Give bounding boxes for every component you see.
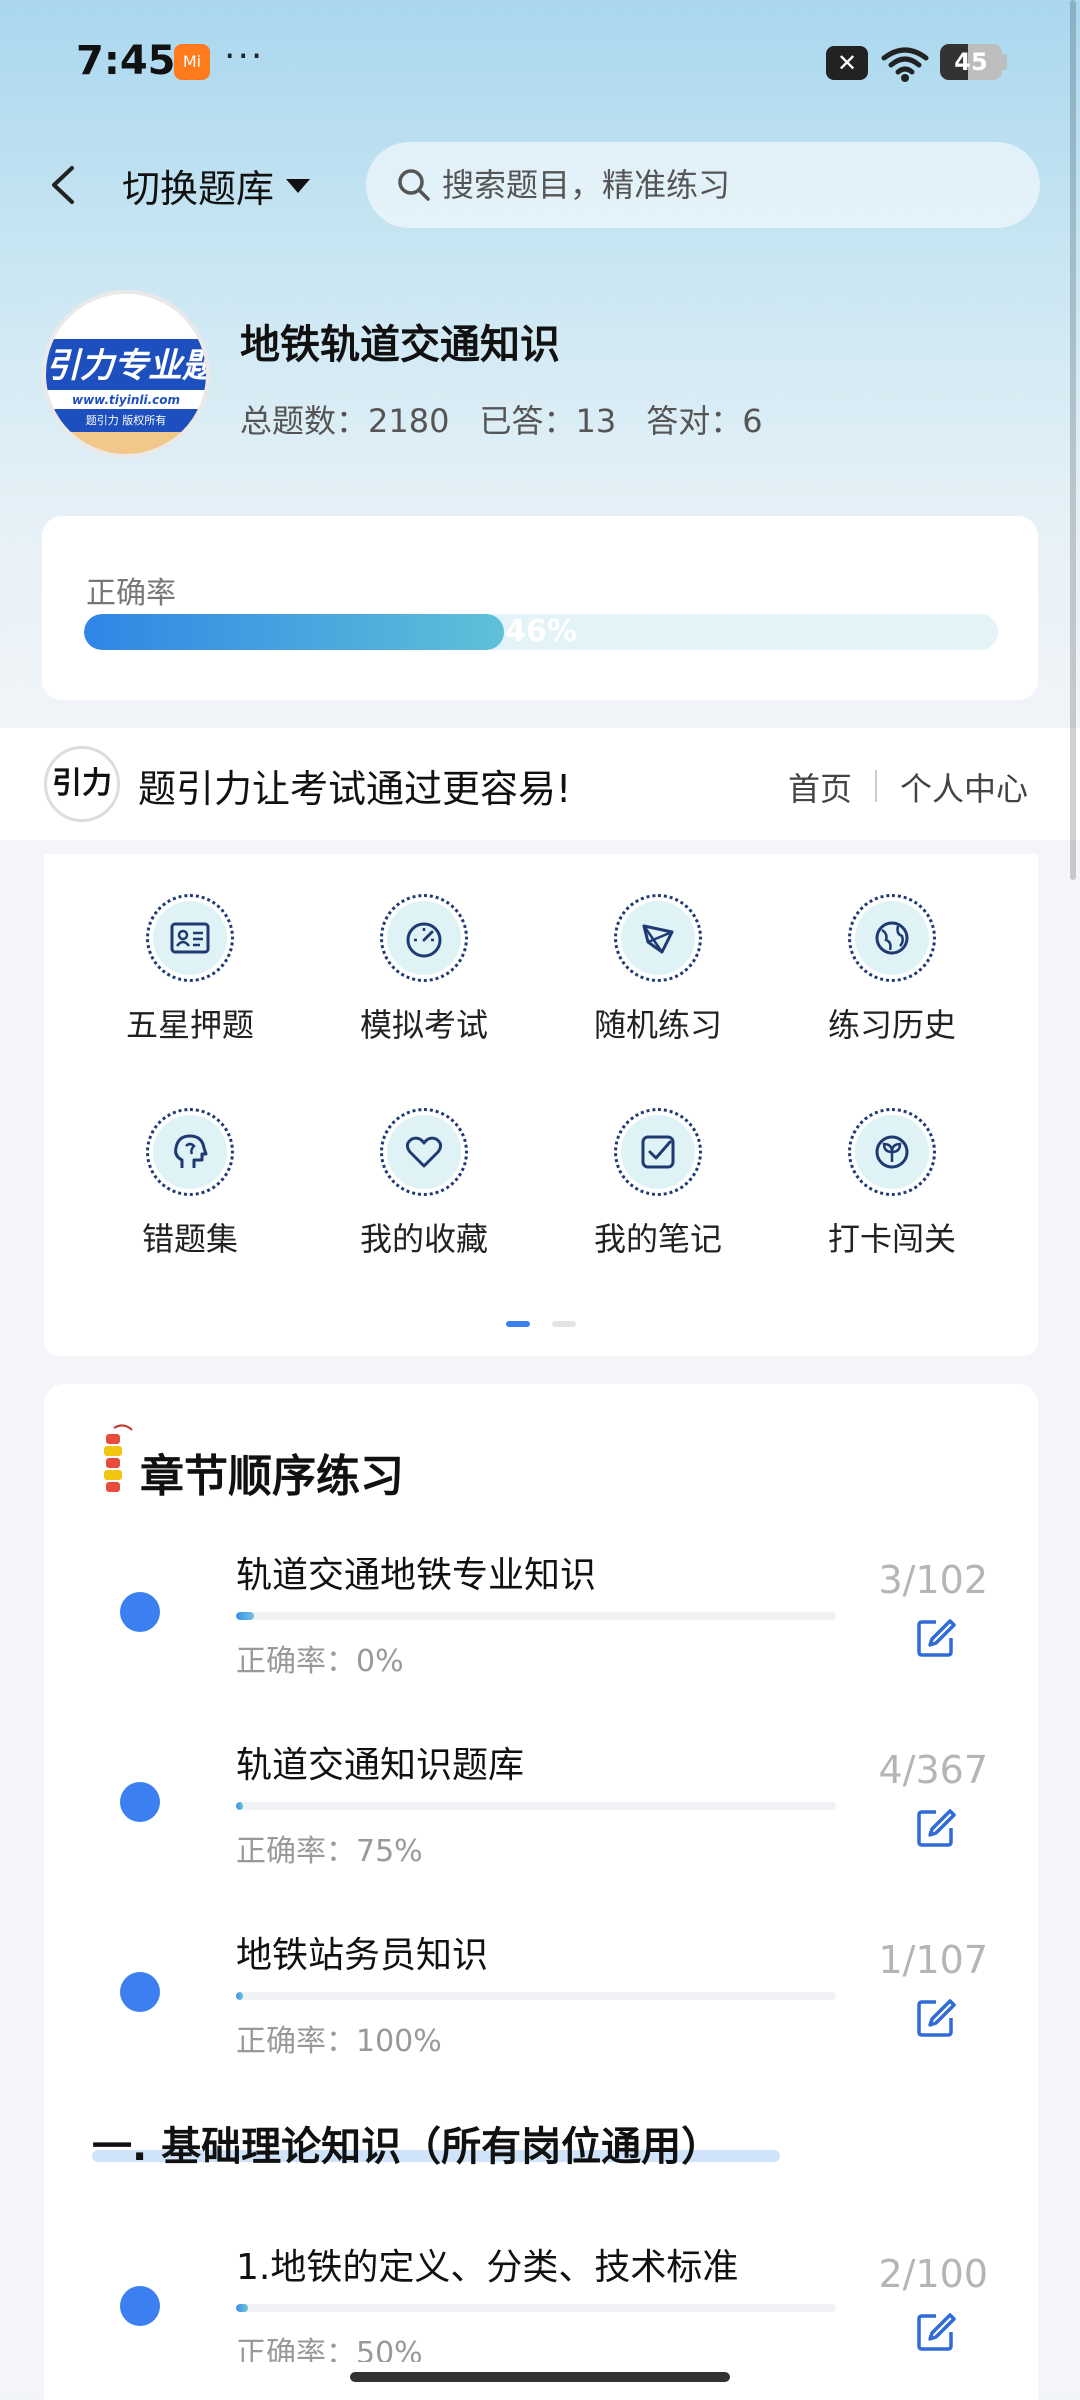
brain-icon <box>174 1134 208 1168</box>
chapter-progress-fill <box>236 2304 248 2312</box>
chapter-accuracy: 正确率：75% <box>236 1834 423 1869</box>
chapter-count: 2/100 <box>878 2252 988 2296</box>
chapter-progress-fill <box>236 1802 244 1810</box>
chapter-progress-bar <box>236 1612 836 1620</box>
function-item-mock-exam[interactable]: 模拟考试 <box>324 894 524 1046</box>
banner-logo: 引力 <box>44 746 120 822</box>
chapter-count: 3/102 <box>878 1558 988 1602</box>
chapter-dot <box>120 1782 160 1822</box>
bank-logo-url: www.tiyinli.com <box>46 390 206 410</box>
battery-tip <box>1002 54 1007 70</box>
function-item-five-star[interactable]: 五星押题 <box>90 894 290 1046</box>
search-bar[interactable] <box>366 142 1040 228</box>
firecracker-icon <box>94 1420 134 1500</box>
function-item-favorites[interactable]: 我的收藏 <box>324 1108 524 1260</box>
chapter-progress-bar <box>236 1992 836 2000</box>
wifi-icon <box>880 44 930 88</box>
edit-icon[interactable] <box>914 1996 958 2040</box>
speedometer-icon <box>406 922 442 958</box>
function-item-wrong-questions[interactable]: 错题集 <box>90 1108 290 1260</box>
function-label: 五星押题 <box>125 1006 254 1044</box>
bank-logo-text: 引力专业题 <box>46 338 206 390</box>
scrollbar[interactable] <box>1070 0 1076 880</box>
search-icon <box>398 169 430 201</box>
chapter-accuracy: 正确率：0% <box>236 1644 404 1679</box>
pager-dot-active[interactable] <box>506 1321 530 1327</box>
correct-count: 答对：6 <box>646 402 763 440</box>
function-label: 模拟考试 <box>359 1006 488 1044</box>
chapter-name: 轨道交通知识题库 <box>236 1745 525 1786</box>
function-item-history[interactable]: 练习历史 <box>792 894 992 1046</box>
function-label: 错题集 <box>141 1220 238 1258</box>
bank-logo: 引力专业题 www.tiyinli.com 题引力 版权所有 <box>42 290 210 458</box>
chapter-progress-fill <box>236 1612 254 1620</box>
battery-level: 45 <box>954 48 988 76</box>
function-item-notes[interactable]: 我的笔记 <box>558 1108 758 1260</box>
edit-icon[interactable] <box>914 1806 958 1850</box>
chapter-name: 地铁站务员知识 <box>236 1935 489 1976</box>
leaf-icon <box>875 1135 909 1169</box>
chevron-left-icon <box>52 166 74 204</box>
switch-bank-button[interactable]: 切换题库 <box>122 158 311 213</box>
chapter-count: 4/367 <box>878 1748 988 1792</box>
function-label: 随机练习 <box>593 1006 722 1044</box>
function-grid: 五星押题 模拟考试 随机练习 练习历史 错题集 我的收藏 我的笔记 打卡闯关 <box>44 854 1038 1356</box>
chapter-progress-fill <box>236 1992 244 2000</box>
answered-count: 已答：13 <box>479 402 617 440</box>
accuracy-value: 46% <box>505 614 577 649</box>
chapter-accuracy: 正确率：100% <box>236 2024 442 2059</box>
chapter-name: 轨道交通地铁专业知识 <box>236 1555 597 1596</box>
function-label: 打卡闯关 <box>827 1220 956 1258</box>
search-input[interactable] <box>442 166 1002 204</box>
accuracy-card <box>42 516 1038 700</box>
total-questions: 总题数：2180 <box>240 402 450 440</box>
pager-dot[interactable] <box>552 1321 576 1327</box>
home-link[interactable]: 首页 <box>788 764 852 810</box>
function-label: 我的收藏 <box>359 1220 488 1258</box>
function-item-random-practice[interactable]: 随机练习 <box>558 894 758 1046</box>
function-label: 我的笔记 <box>593 1220 722 1258</box>
chapter-row[interactable]: 轨道交通地铁专业知识 正确率：0% 3/102 <box>0 1540 1080 1730</box>
status-time: 7:45 <box>76 38 176 84</box>
app-notification-icon: Mi <box>174 44 210 80</box>
home-indicator[interactable] <box>350 2372 730 2382</box>
back-button[interactable] <box>40 160 90 210</box>
note-check-icon <box>641 1135 675 1169</box>
user-center-link[interactable]: 个人中心 <box>900 764 1028 810</box>
close-status-icon: ✕ <box>826 46 868 80</box>
caret-down-icon <box>286 178 311 193</box>
chapter-dot <box>120 1592 160 1632</box>
edit-icon[interactable] <box>914 1616 958 1660</box>
chapter-row[interactable]: 地铁站务员知识 正确率：100% 1/107 <box>0 1920 1080 2110</box>
id-card-icon <box>170 922 210 954</box>
switch-bank-label: 切换题库 <box>122 167 275 211</box>
more-notifications-icon: ··· <box>224 36 265 77</box>
globe-icon <box>875 921 909 955</box>
chapter-accuracy: 正确率：50% <box>236 2336 423 2362</box>
chapter-count: 1/107 <box>878 1938 988 1982</box>
chapter-progress-bar <box>236 1802 836 1810</box>
chapter-dot <box>120 1972 160 2012</box>
edit-icon[interactable] <box>914 2310 958 2354</box>
bank-title: 地铁轨道交通知识 <box>240 322 560 368</box>
chapter-row[interactable]: 轨道交通知识题库 正确率：75% 4/367 <box>0 1730 1080 1920</box>
accuracy-progress-bar: 46% <box>84 614 998 650</box>
heart-icon <box>405 1136 443 1168</box>
chapter-section-title: 章节顺序练习 <box>140 1451 404 1502</box>
banner-slogan: 题引力让考试通过更容易! <box>138 767 572 811</box>
chapter-dot <box>120 2286 160 2326</box>
shuffle-icon <box>642 924 674 954</box>
bank-logo-footer: 题引力 版权所有 <box>46 409 206 432</box>
divider <box>875 770 877 802</box>
accuracy-label: 正确率 <box>86 576 176 611</box>
function-item-checkin[interactable]: 打卡闯关 <box>792 1108 992 1260</box>
chapter-name: 1.地铁的定义、分类、技术标准 <box>236 2247 739 2288</box>
battery-icon: 45 <box>940 44 1002 80</box>
bank-stats: 总题数：2180 已答：13 答对：6 <box>240 396 763 442</box>
section-heading: 一. 基础理论知识（所有岗位通用） <box>92 2124 722 2170</box>
chapter-progress-bar <box>236 2304 836 2312</box>
function-label: 练习历史 <box>827 1006 956 1044</box>
